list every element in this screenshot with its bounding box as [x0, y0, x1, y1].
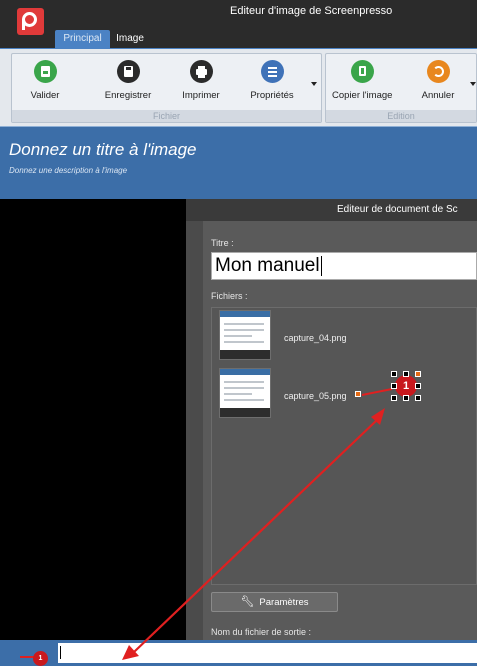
resize-handle[interactable] — [415, 371, 421, 377]
resize-handle[interactable] — [415, 395, 421, 401]
number-badge[interactable]: 1 — [395, 375, 417, 397]
connector-line — [361, 388, 393, 396]
annotation-overlay — [20, 388, 393, 660]
resize-handle[interactable] — [415, 383, 421, 389]
resize-handle[interactable] — [391, 371, 397, 377]
small-number-badge[interactable]: 1 — [33, 651, 48, 666]
resize-handle[interactable] — [391, 395, 397, 401]
screenpresso-logo-icon[interactable] — [17, 8, 44, 35]
arrow-head — [122, 645, 139, 660]
arrow-line[interactable] — [133, 419, 378, 653]
anchor-handle[interactable] — [355, 391, 361, 397]
resize-handle[interactable] — [403, 371, 409, 377]
resize-handle[interactable] — [403, 395, 409, 401]
resize-handle[interactable] — [391, 383, 397, 389]
